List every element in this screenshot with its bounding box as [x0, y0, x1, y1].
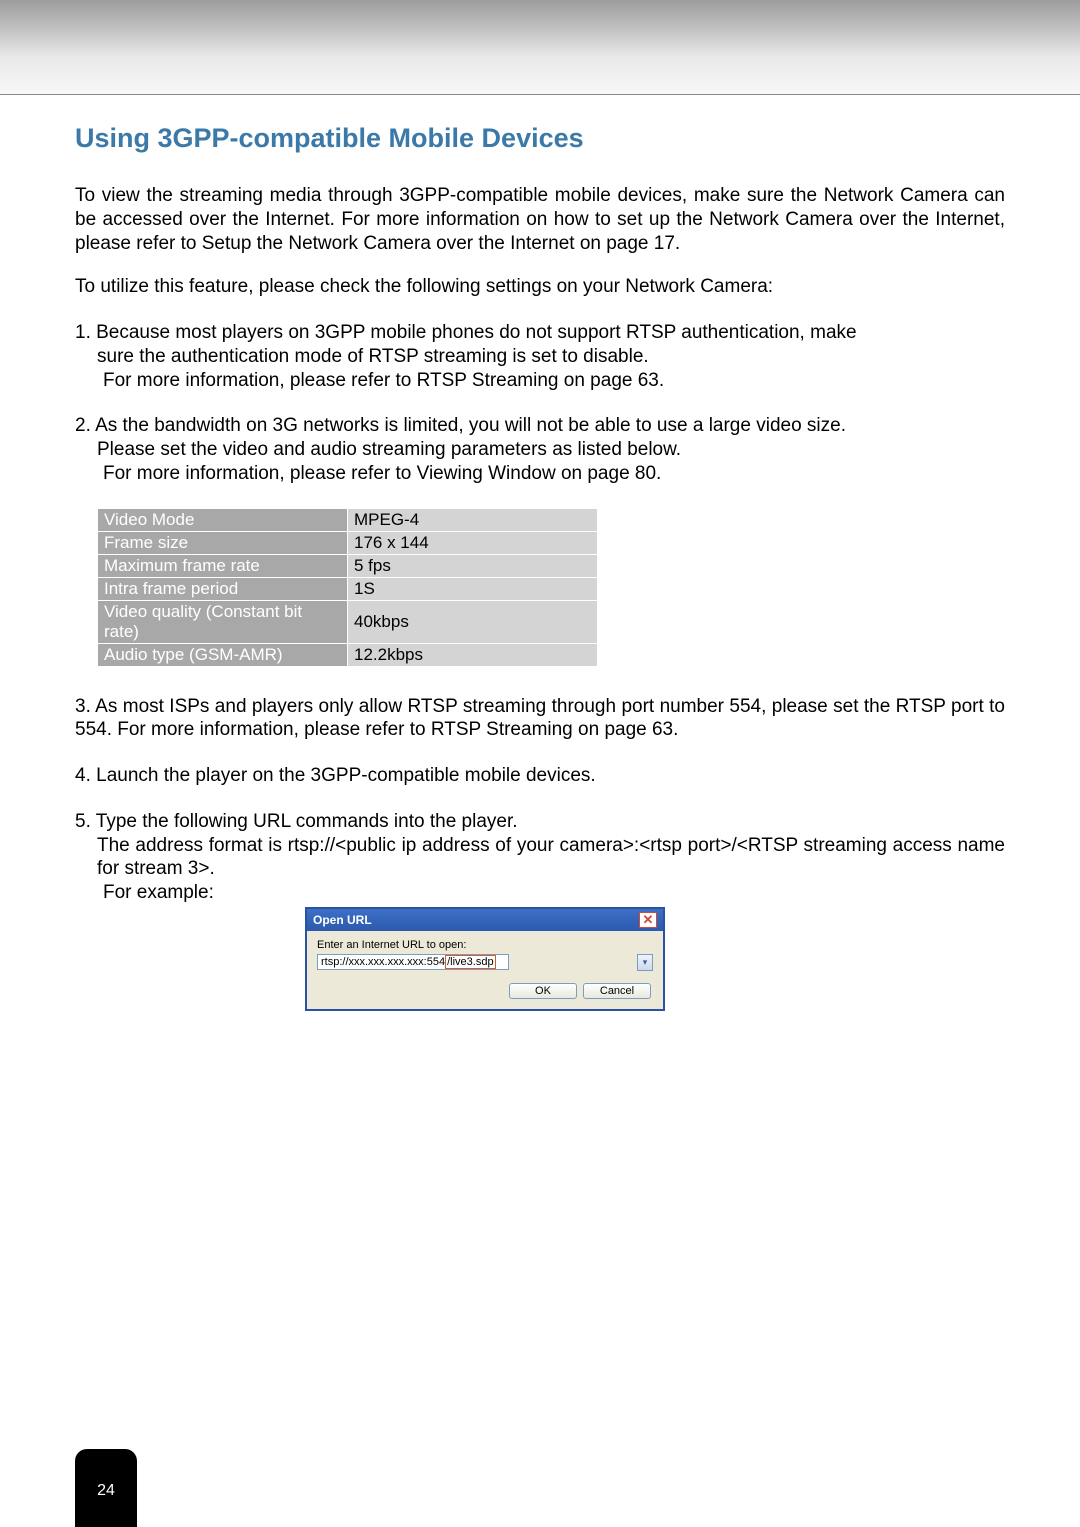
table-cell-label: Maximum frame rate — [98, 554, 348, 577]
table-row: Audio type (GSM-AMR) 12.2kbps — [98, 643, 598, 666]
chevron-down-icon[interactable]: ▾ — [637, 954, 653, 971]
table-row: Intra frame period 1S — [98, 577, 598, 600]
table-cell-label: Intra frame period — [98, 577, 348, 600]
list-item-1: 1. Because most players on 3GPP mobile p… — [75, 321, 1005, 392]
dialog-body: Enter an Internet URL to open: rtsp://xx… — [307, 931, 663, 1009]
text-line: For more information, please refer to Vi… — [75, 462, 1005, 486]
header-gradient — [0, 0, 1080, 95]
table-cell-value: 12.2kbps — [348, 643, 598, 666]
text-line: sure the authentication mode of RTSP str… — [75, 345, 1005, 369]
intro-paragraph: To view the streaming media through 3GPP… — [75, 184, 1005, 255]
dialog-title-text: Open URL — [313, 913, 372, 927]
section-title: Using 3GPP-compatible Mobile Devices — [75, 123, 1005, 154]
table-row: Video Mode MPEG-4 — [98, 508, 598, 531]
close-icon[interactable]: ✕ — [639, 912, 657, 928]
ok-button[interactable]: OK — [509, 983, 577, 999]
list-item-5: 5. Type the following URL commands into … — [75, 810, 1005, 905]
cancel-button[interactable]: Cancel — [583, 983, 651, 999]
url-text-highlight: /live3.sdp — [445, 955, 495, 969]
table-cell-value: 1S — [348, 577, 598, 600]
open-url-dialog-wrap: Open URL ✕ Enter an Internet URL to open… — [305, 907, 1005, 1011]
dialog-input-label: Enter an Internet URL to open: — [317, 939, 653, 951]
table-cell-label: Video Mode — [98, 508, 348, 531]
table-cell-label: Video quality (Constant bit rate) — [98, 600, 348, 643]
table-cell-value: MPEG-4 — [348, 508, 598, 531]
text-line: 1. Because most players on 3GPP mobile p… — [75, 321, 1005, 345]
table-row: Frame size 176 x 144 — [98, 531, 598, 554]
text-line: 2. As the bandwidth on 3G networks is li… — [75, 414, 1005, 438]
text-line: For more information, please refer to RT… — [75, 369, 1005, 393]
table-cell-value: 176 x 144 — [348, 531, 598, 554]
page-content: Using 3GPP-compatible Mobile Devices To … — [0, 95, 1080, 1011]
open-url-dialog: Open URL ✕ Enter an Internet URL to open… — [305, 907, 665, 1011]
text-line: Please set the video and audio streaming… — [75, 438, 1005, 462]
list-item-4: 4. Launch the player on the 3GPP-compati… — [75, 764, 1005, 788]
url-input[interactable]: rtsp://xxx.xxx.xxx.xxx:554/live3.sdp — [317, 954, 509, 970]
lead-paragraph: To utilize this feature, please check th… — [75, 275, 1005, 299]
table-cell-label: Frame size — [98, 531, 348, 554]
text-line: 5. Type the following URL commands into … — [75, 810, 1005, 834]
dialog-button-row: OK Cancel — [317, 983, 653, 999]
table-cell-label: Audio type (GSM-AMR) — [98, 643, 348, 666]
url-text-prefix: rtsp://xxx.xxx.xxx.xxx:554 — [321, 956, 445, 968]
list-item-3: 3. As most ISPs and players only allow R… — [75, 695, 1005, 743]
list-item-2: 2. As the bandwidth on 3G networks is li… — [75, 414, 1005, 485]
page-number: 24 — [75, 1449, 137, 1527]
dialog-titlebar: Open URL ✕ — [307, 909, 663, 931]
url-input-row: rtsp://xxx.xxx.xxx.xxx:554/live3.sdp ▾ — [317, 954, 653, 971]
table-cell-value: 40kbps — [348, 600, 598, 643]
text-line: The address format is rtsp://<public ip … — [75, 834, 1005, 882]
table-row: Video quality (Constant bit rate) 40kbps — [98, 600, 598, 643]
table-row: Maximum frame rate 5 fps — [98, 554, 598, 577]
settings-table: Video Mode MPEG-4 Frame size 176 x 144 M… — [97, 508, 598, 667]
table-cell-value: 5 fps — [348, 554, 598, 577]
text-line: For example: — [75, 881, 1005, 905]
